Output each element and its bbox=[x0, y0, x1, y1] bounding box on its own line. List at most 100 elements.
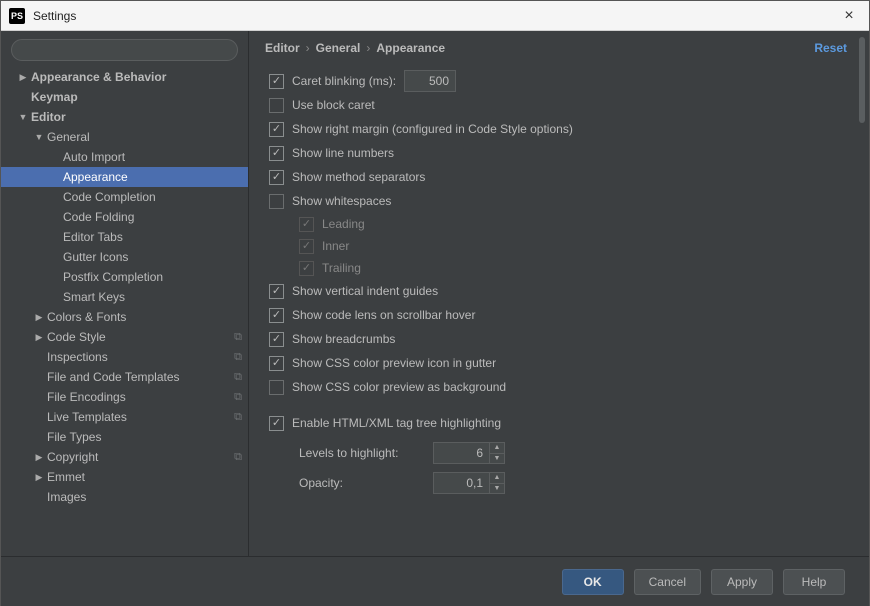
sidebar-item-label: Appearance bbox=[63, 170, 242, 184]
show-line-numbers-label: Show line numbers bbox=[292, 146, 394, 160]
sidebar-item-editor[interactable]: ▼Editor bbox=[1, 107, 248, 127]
sidebar-item-file-and-code-templates[interactable]: File and Code Templates⧉ bbox=[1, 367, 248, 387]
show-method-separators-label: Show method separators bbox=[292, 170, 425, 184]
sidebar-item-label: File Types bbox=[47, 430, 242, 444]
show-right-margin-checkbox[interactable] bbox=[269, 122, 284, 137]
sidebar-item-gutter-icons[interactable]: Gutter Icons bbox=[1, 247, 248, 267]
chevron-right-icon[interactable]: ▶ bbox=[33, 332, 45, 343]
sidebar-item-auto-import[interactable]: Auto Import bbox=[1, 147, 248, 167]
tag-tree-label: Enable HTML/XML tag tree highlighting bbox=[292, 416, 501, 430]
app-logo-icon: PS bbox=[9, 8, 25, 24]
code-lens-checkbox[interactable] bbox=[269, 308, 284, 323]
sidebar-item-code-folding[interactable]: Code Folding bbox=[1, 207, 248, 227]
inner-checkbox[interactable] bbox=[299, 239, 314, 254]
close-icon[interactable]: × bbox=[837, 7, 861, 25]
sidebar-item-keymap[interactable]: Keymap bbox=[1, 87, 248, 107]
css-bg-label: Show CSS color preview as background bbox=[292, 380, 506, 394]
chevron-right-icon[interactable]: ▶ bbox=[33, 312, 45, 323]
sidebar-item-label: Auto Import bbox=[63, 150, 242, 164]
settings-tree[interactable]: ▶Appearance & BehaviorKeymap▼Editor▼Gene… bbox=[1, 67, 248, 556]
spin-down-icon[interactable]: ▼ bbox=[490, 454, 504, 464]
sidebar-item-label: File Encodings bbox=[47, 390, 234, 404]
caret-blinking-input[interactable] bbox=[404, 70, 456, 92]
sidebar-item-label: Inspections bbox=[47, 350, 234, 364]
trailing-checkbox[interactable] bbox=[299, 261, 314, 276]
show-whitespaces-label: Show whitespaces bbox=[292, 194, 391, 208]
caret-blinking-checkbox[interactable] bbox=[269, 74, 284, 89]
sidebar-item-postfix-completion[interactable]: Postfix Completion bbox=[1, 267, 248, 287]
apply-button[interactable]: Apply bbox=[711, 569, 773, 595]
spin-up-icon[interactable]: ▲ bbox=[490, 473, 504, 484]
sidebar-item-file-encodings[interactable]: File Encodings⧉ bbox=[1, 387, 248, 407]
levels-input[interactable] bbox=[433, 442, 489, 464]
cancel-button[interactable]: Cancel bbox=[634, 569, 701, 595]
sidebar-item-label: Copyright bbox=[47, 450, 234, 464]
chevron-down-icon[interactable]: ▼ bbox=[33, 132, 45, 142]
caret-blinking-label: Caret blinking (ms): bbox=[292, 74, 396, 88]
sidebar-item-editor-tabs[interactable]: Editor Tabs bbox=[1, 227, 248, 247]
show-line-numbers-checkbox[interactable] bbox=[269, 146, 284, 161]
sidebar-item-smart-keys[interactable]: Smart Keys bbox=[1, 287, 248, 307]
chevron-right-icon: › bbox=[306, 41, 310, 55]
chevron-right-icon[interactable]: ▶ bbox=[33, 472, 45, 483]
sidebar-item-label: Colors & Fonts bbox=[47, 310, 242, 324]
sidebar-item-label: Images bbox=[47, 490, 242, 504]
help-button[interactable]: Help bbox=[783, 569, 845, 595]
sidebar-item-live-templates[interactable]: Live Templates⧉ bbox=[1, 407, 248, 427]
sidebar-item-label: Code Completion bbox=[63, 190, 242, 204]
sidebar-item-label: Code Folding bbox=[63, 210, 242, 224]
breadcrumb-item: Appearance bbox=[376, 41, 445, 55]
sidebar-item-file-types[interactable]: File Types bbox=[1, 427, 248, 447]
reset-link[interactable]: Reset bbox=[814, 41, 847, 55]
leading-label: Leading bbox=[322, 217, 365, 231]
breadcrumbs-label: Show breadcrumbs bbox=[292, 332, 395, 346]
scheme-icon: ⧉ bbox=[234, 371, 242, 384]
show-whitespaces-checkbox[interactable] bbox=[269, 194, 284, 209]
sidebar-item-label: Gutter Icons bbox=[63, 250, 242, 264]
opacity-spinbox[interactable]: ▲▼ bbox=[433, 472, 505, 494]
css-gutter-checkbox[interactable] bbox=[269, 356, 284, 371]
trailing-label: Trailing bbox=[322, 261, 361, 275]
chevron-right-icon[interactable]: ▶ bbox=[17, 72, 29, 83]
sidebar-item-appearance-behavior[interactable]: ▶Appearance & Behavior bbox=[1, 67, 248, 87]
breadcrumbs-checkbox[interactable] bbox=[269, 332, 284, 347]
scheme-icon: ⧉ bbox=[234, 391, 242, 404]
scrollbar-thumb[interactable] bbox=[859, 37, 865, 123]
opacity-input[interactable] bbox=[433, 472, 489, 494]
use-block-caret-checkbox[interactable] bbox=[269, 98, 284, 113]
sidebar-item-copyright[interactable]: ▶Copyright⧉ bbox=[1, 447, 248, 467]
scheme-icon: ⧉ bbox=[234, 451, 242, 464]
scheme-icon: ⧉ bbox=[234, 351, 242, 364]
spin-down-icon[interactable]: ▼ bbox=[490, 484, 504, 494]
sidebar-item-general[interactable]: ▼General bbox=[1, 127, 248, 147]
spin-up-icon[interactable]: ▲ bbox=[490, 443, 504, 454]
ok-button[interactable]: OK bbox=[562, 569, 624, 595]
sidebar-item-label: File and Code Templates bbox=[47, 370, 234, 384]
leading-checkbox[interactable] bbox=[299, 217, 314, 232]
levels-spinbox[interactable]: ▲▼ bbox=[433, 442, 505, 464]
sidebar-item-inspections[interactable]: Inspections⧉ bbox=[1, 347, 248, 367]
css-gutter-label: Show CSS color preview icon in gutter bbox=[292, 356, 496, 370]
sidebar-item-code-completion[interactable]: Code Completion bbox=[1, 187, 248, 207]
show-method-separators-checkbox[interactable] bbox=[269, 170, 284, 185]
sidebar-item-colors-fonts[interactable]: ▶Colors & Fonts bbox=[1, 307, 248, 327]
sidebar-item-label: General bbox=[47, 130, 242, 144]
vertical-indent-checkbox[interactable] bbox=[269, 284, 284, 299]
sidebar-item-label: Keymap bbox=[31, 90, 242, 104]
chevron-right-icon[interactable]: ▶ bbox=[33, 452, 45, 463]
window-title: Settings bbox=[33, 9, 76, 23]
sidebar-item-code-style[interactable]: ▶Code Style⧉ bbox=[1, 327, 248, 347]
tag-tree-checkbox[interactable] bbox=[269, 416, 284, 431]
sidebar-item-label: Live Templates bbox=[47, 410, 234, 424]
sidebar-item-appearance[interactable]: Appearance bbox=[1, 167, 248, 187]
sidebar-item-images[interactable]: Images bbox=[1, 487, 248, 507]
css-bg-checkbox[interactable] bbox=[269, 380, 284, 395]
chevron-down-icon[interactable]: ▼ bbox=[17, 112, 29, 122]
scrollbar[interactable] bbox=[857, 31, 867, 556]
levels-label: Levels to highlight: bbox=[299, 446, 425, 460]
search-input[interactable] bbox=[11, 39, 238, 61]
settings-form: Caret blinking (ms): Use block caret Sho… bbox=[249, 63, 869, 556]
sidebar-item-emmet[interactable]: ▶Emmet bbox=[1, 467, 248, 487]
title-bar: PS Settings × bbox=[1, 1, 869, 31]
breadcrumb-item: Editor bbox=[265, 41, 300, 55]
